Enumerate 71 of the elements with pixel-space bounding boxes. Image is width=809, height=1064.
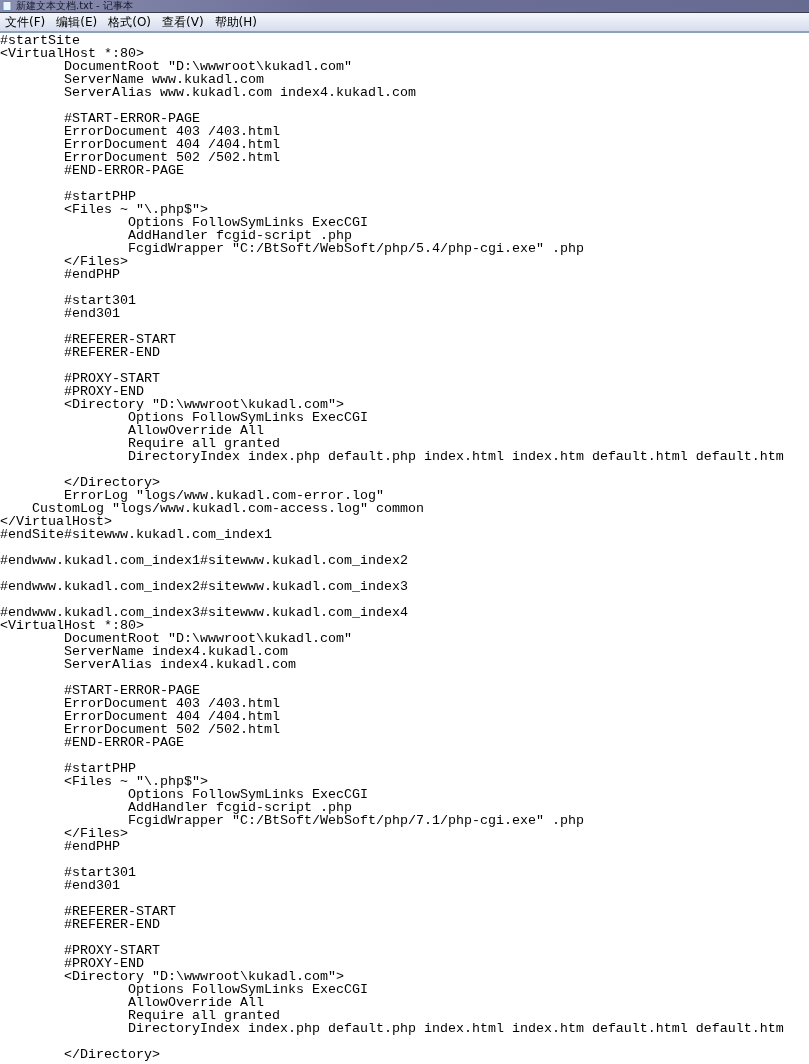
text-line: Options FollowSymLinks ExecCGI	[127, 788, 369, 801]
text-line: CustomLog "logs/www.kukadl.com-access.log" common	[32, 502, 425, 515]
menu-item[interactable]: 帮助(H)	[209, 13, 263, 31]
text-line: <VirtualHost *:80>	[0, 47, 145, 60]
text-line: AllowOverride All	[127, 996, 264, 1009]
text-line: </Directory>	[63, 476, 160, 489]
text-line: ServerName index4.kukadl.com	[63, 645, 289, 658]
text-line: #PROXY-END	[63, 957, 145, 970]
text-line: Require all granted	[127, 1009, 281, 1022]
text-line: ErrorDocument 403 /403.html	[63, 697, 281, 710]
text-line: AddHandler fcgid-script .php	[127, 229, 352, 242]
text-line: #REFERER-END	[63, 918, 161, 931]
menu-item[interactable]: 查看(V)	[157, 13, 210, 31]
text-line: DirectoryIndex index.php default.php index.html index.htm default.html default.htm	[127, 1022, 785, 1035]
text-line: <Files ~ "\.php$">	[63, 203, 209, 216]
text-line: #END-ERROR-PAGE	[63, 736, 185, 749]
text-line: ErrorDocument 502 /502.html	[63, 151, 281, 164]
notepad-icon	[2, 1, 12, 11]
text-line: #endPHP	[63, 840, 121, 853]
text-line: #endPHP	[63, 268, 121, 281]
text-line: #end301	[63, 307, 121, 320]
text-line: </Directory>	[63, 1048, 161, 1061]
text-line: FcgidWrapper "C:/BtSoft/WebSoft/php/7.1/php-cgi.exe" .php	[128, 814, 585, 827]
text-line: <Directory "D:\wwwroot\kukadl.com">	[63, 398, 345, 411]
text-line: AddHandler fcgid-script .php	[127, 801, 352, 814]
menu-item[interactable]: 编辑(E)	[51, 13, 104, 31]
text-line: #PROXY-START	[63, 372, 161, 385]
text-line: ErrorDocument 404 /404.html	[63, 710, 281, 723]
text-line: #end301	[63, 879, 121, 892]
text-line: #START-ERROR-PAGE	[63, 684, 201, 697]
text-line: </Files>	[63, 255, 129, 268]
text-line: Options FollowSymLinks ExecCGI	[128, 983, 369, 996]
text-line: ErrorDocument 403 /403.html	[63, 125, 281, 138]
text-line: </VirtualHost>	[0, 515, 113, 528]
menu-item[interactable]: 文件(F)	[0, 13, 52, 31]
text-line: #START-ERROR-PAGE	[63, 112, 201, 125]
text-line: Require all granted	[127, 437, 281, 450]
text-line: #endwww.kukadl.com_index2#sitewww.kukadl.com_index3	[0, 580, 409, 593]
menu-item[interactable]: 格式(O)	[103, 13, 158, 31]
text-line: #PROXY-START	[63, 944, 161, 957]
text-line: #endwww.kukadl.com_index3#sitewww.kukadl.com_index4	[0, 606, 409, 619]
text-line: #startSite	[0, 34, 81, 47]
text-line: ErrorDocument 404 /404.html	[63, 138, 281, 151]
text-line: DocumentRoot "D:\wwwroot\kukadl.com"	[63, 60, 353, 73]
text-line: #PROXY-END	[63, 385, 145, 398]
text-line: <Files ~ "\.php$">	[63, 775, 209, 788]
text-line: #REFERER-END	[63, 346, 161, 359]
text-line: <VirtualHost *:80>	[0, 619, 145, 632]
text-line: <Directory "D:\wwwroot\kukadl.com">	[63, 970, 345, 983]
text-line: DocumentRoot "D:\wwwroot\kukadl.com"	[63, 632, 353, 645]
text-line: ServerAlias index4.kukadl.com	[63, 658, 297, 671]
text-line: Options FollowSymLinks ExecCGI	[128, 411, 369, 424]
text-line: ErrorLog "logs/www.kukadl.com-error.log"	[63, 489, 385, 502]
text-line: FcgidWrapper "C:/BtSoft/WebSoft/php/5.4/php-cgi.exe" .php	[128, 242, 585, 255]
text-line: #startPHP	[63, 762, 137, 775]
text-line: #END-ERROR-PAGE	[63, 164, 185, 177]
text-line: #REFERER-START	[63, 905, 177, 918]
text-line: DirectoryIndex index.php default.php index.html index.htm default.html default.htm	[127, 450, 785, 463]
text-line: Options FollowSymLinks ExecCGI	[127, 216, 369, 229]
text-line: ErrorDocument 502 /502.html	[63, 723, 281, 736]
text-line: AllowOverride All	[127, 424, 264, 437]
text-line: ServerName www.kukadl.com	[63, 73, 265, 86]
text-line: #start301	[63, 866, 137, 879]
window-title: 新建文本文档.txt - 记事本	[16, 0, 133, 12]
text-line: #startPHP	[63, 190, 137, 203]
text-line: #REFERER-START	[63, 333, 177, 346]
text-line: </Files>	[63, 827, 129, 840]
text-line: ServerAlias www.kukadl.com index4.kukadl.com	[63, 86, 417, 99]
text-line: #start301	[63, 294, 137, 307]
text-line: #endwww.kukadl.com_index1#sitewww.kukadl.com_index2	[0, 554, 409, 567]
text-line: #endSite#sitewww.kukadl.com_index1	[0, 528, 273, 541]
